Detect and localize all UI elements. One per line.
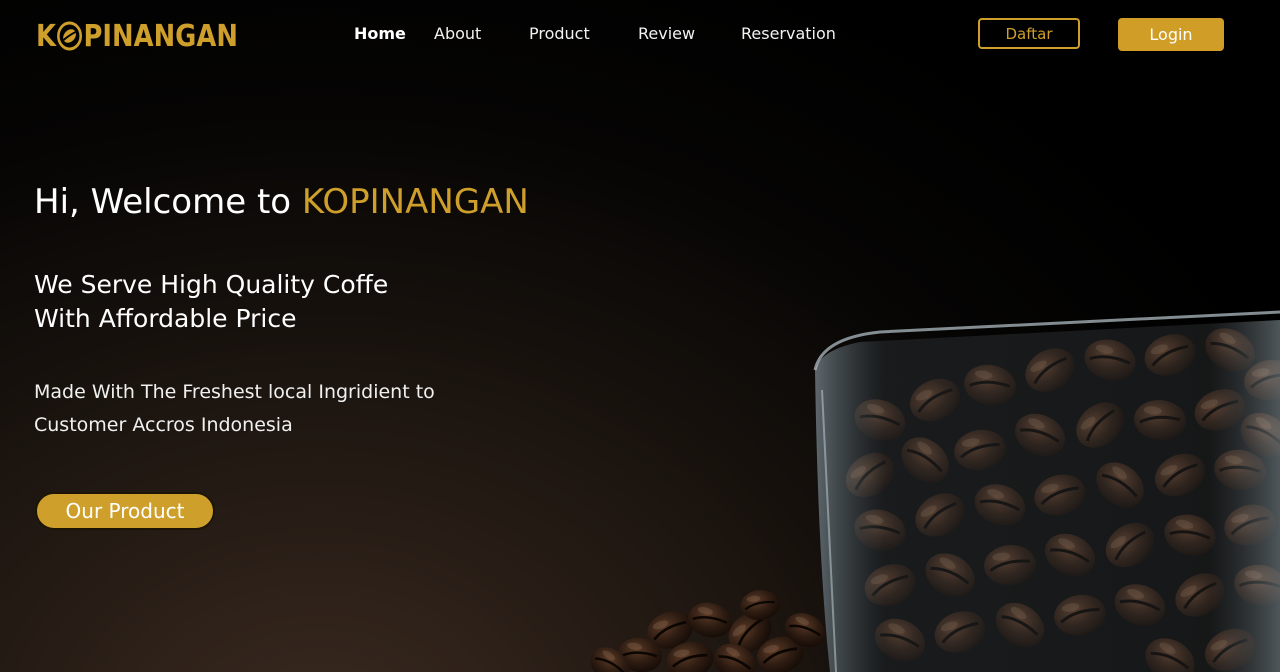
hero-subtitle-line1: We Serve High Quality Coffe [34,270,389,299]
hero-description: Made With The Freshest local Ingridient … [34,376,435,442]
hero-subtitle: We Serve High Quality Coffe With Afforda… [34,268,388,336]
nav-review[interactable]: Review [638,24,695,43]
nav-about[interactable]: About [434,24,481,43]
hero-desc-line2: Customer Accros Indonesia [34,414,293,436]
hero-title-prefix: Hi, Welcome to [34,182,302,222]
hero-title-brand: KOPINANGAN [301,182,529,222]
main-nav: Home About Product Review Reservation [0,0,1280,70]
hero-subtitle-line2: With Affordable Price [34,304,297,333]
hero-desc-line1: Made With The Freshest local Ingridient … [34,381,435,403]
nav-product[interactable]: Product [529,24,590,43]
hero-title: Hi, Welcome to KOPINANGAN [34,182,529,222]
nav-reservation[interactable]: Reservation [741,24,836,43]
spilled-beans [582,587,832,672]
register-button[interactable]: Daftar [978,18,1080,49]
nav-home[interactable]: Home [354,24,406,43]
landing-page: K PINANGAN Home About Product Review Res… [0,0,1280,672]
coffee-beans-image [582,310,1280,672]
login-button[interactable]: Login [1118,18,1224,51]
our-product-button[interactable]: Our Product [35,492,215,530]
